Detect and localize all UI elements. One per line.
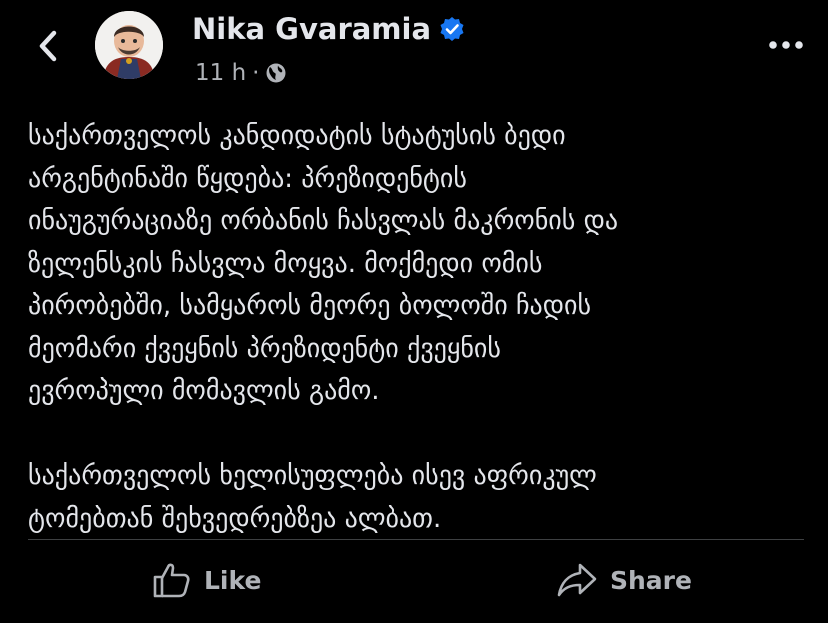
post-line: ტომებთან შეხვედრებზეა ალბათ. [28,503,442,534]
post-line: მეომარი ქვეყნის პრეზიდენტი ქვეყნის [28,333,501,364]
globe-icon [266,63,286,83]
share-button[interactable]: Share [556,555,692,605]
post-text: საქართველოს კანდიდატის სტატუსის ბედი არგ… [28,115,808,540]
post-line: საქართველოს კანდიდატის სტატუსის ბედი [28,121,566,151]
actions-divider [28,539,804,540]
verified-badge-icon [440,17,464,41]
post-paragraph-2: საქართველოს ხელისუფლება ისევ აფრიკულ ტომ… [28,455,808,540]
like-button[interactable]: Like [152,555,261,605]
author-name[interactable]: Nika Gvaramia [192,12,431,46]
post-line: ევროპული მომავლის გამო. [28,376,380,406]
more-options-button[interactable] [766,30,806,60]
post-line: არგენტინაში წყდება: პრეზიდენტის [28,163,467,194]
like-label: Like [204,565,262,595]
share-arrow-icon [557,563,597,597]
post-meta: 11 h · [195,60,287,86]
more-horizontal-icon [769,41,803,49]
post-timestamp[interactable]: 11 h [195,60,246,86]
post-line: ზელენსკის ჩასვლა მოყვა. მოქმედი ომის [28,248,543,279]
avatar-image [95,11,163,79]
thumbs-up-icon [153,563,190,598]
back-button[interactable] [30,26,66,66]
post-line: ინაუგურაციაზე ორბანის ჩასვლას მაკრონის დ… [28,206,619,236]
avatar[interactable] [95,11,163,79]
share-label: Share [610,565,692,595]
post-paragraph-1: საქართველოს კანდიდატის სტატუსის ბედი არგ… [28,115,808,413]
meta-separator: · [252,60,260,86]
author-name-row: Nika Gvaramia [192,12,465,46]
post-line: საქართველოს ხელისუფლება ისევ აფრიკულ [28,461,597,491]
post-line: პირობებში, სამყაროს მეორე ბოლოში ჩადის [28,291,592,321]
chevron-left-icon [39,30,57,62]
